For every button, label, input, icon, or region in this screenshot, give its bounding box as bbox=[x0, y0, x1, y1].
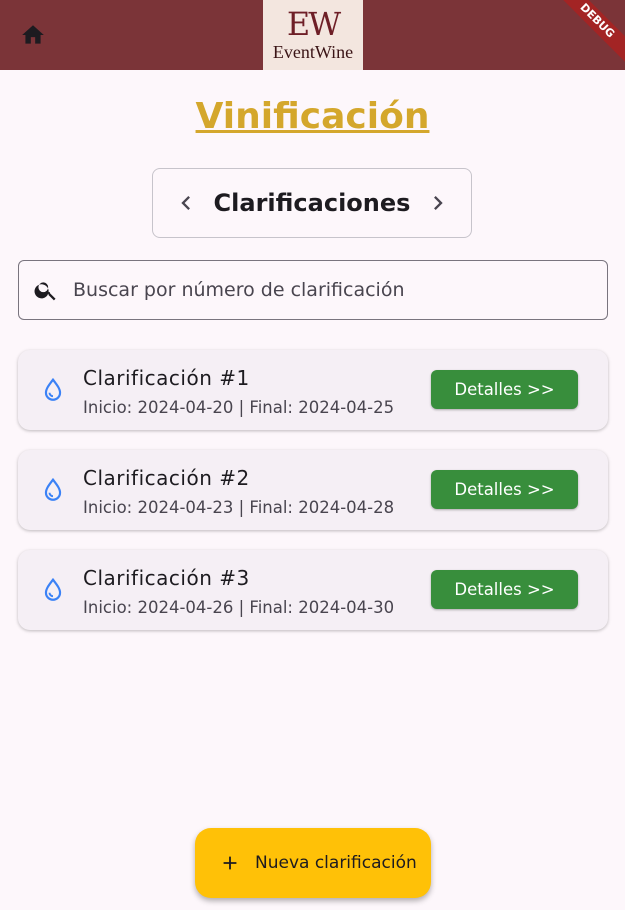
search-input[interactable] bbox=[71, 278, 585, 302]
eventwine-logo: EW EventWine bbox=[263, 0, 363, 70]
details-button[interactable]: Detalles >> bbox=[431, 470, 578, 509]
chevron-left-icon bbox=[181, 196, 190, 210]
section-switcher: Clarificaciones bbox=[152, 168, 472, 238]
clarification-card: Clarificación #1 Inicio: 2024-04-20 | Fi… bbox=[18, 350, 608, 430]
search-icon bbox=[34, 282, 56, 301]
details-button[interactable]: Detalles >> bbox=[431, 370, 578, 409]
clarification-dates: Inicio: 2024-04-20 | Final: 2024-04-25 bbox=[83, 398, 395, 417]
new-clarification-label: Nueva clarificación bbox=[255, 853, 417, 873]
search-field[interactable] bbox=[18, 260, 608, 320]
add-icon bbox=[223, 856, 237, 870]
next-section-button[interactable] bbox=[423, 188, 453, 218]
new-clarification-button[interactable]: Nueva clarificación bbox=[195, 828, 431, 898]
logo-text: EventWine bbox=[272, 41, 354, 62]
water-drop-icon bbox=[44, 377, 62, 401]
home-button[interactable] bbox=[18, 20, 48, 50]
water-drop-icon bbox=[44, 477, 62, 501]
clarification-title: Clarificación #3 bbox=[83, 566, 250, 590]
section-label: Clarificaciones bbox=[213, 189, 411, 217]
debug-banner-label: DEBUG bbox=[548, 0, 625, 70]
water-drop-icon bbox=[44, 577, 62, 601]
clarification-title: Clarificación #2 bbox=[83, 466, 250, 490]
clarification-card: Clarificación #2 Inicio: 2024-04-23 | Fi… bbox=[18, 450, 608, 530]
app-bar: EW EventWine DEBUG bbox=[0, 0, 625, 70]
home-icon bbox=[22, 25, 44, 44]
logo-mark: EW bbox=[286, 4, 341, 43]
clarification-title: Clarificación #1 bbox=[83, 366, 250, 390]
details-button[interactable]: Detalles >> bbox=[431, 570, 578, 609]
debug-banner: DEBUG bbox=[545, 0, 625, 80]
page-title: Vinificación bbox=[195, 96, 430, 137]
previous-section-button[interactable] bbox=[171, 188, 201, 218]
chevron-right-icon bbox=[434, 196, 443, 210]
clarification-dates: Inicio: 2024-04-23 | Final: 2024-04-28 bbox=[83, 498, 395, 517]
clarification-dates: Inicio: 2024-04-26 | Final: 2024-04-30 bbox=[83, 598, 395, 617]
clarification-card: Clarificación #3 Inicio: 2024-04-26 | Fi… bbox=[18, 550, 608, 630]
